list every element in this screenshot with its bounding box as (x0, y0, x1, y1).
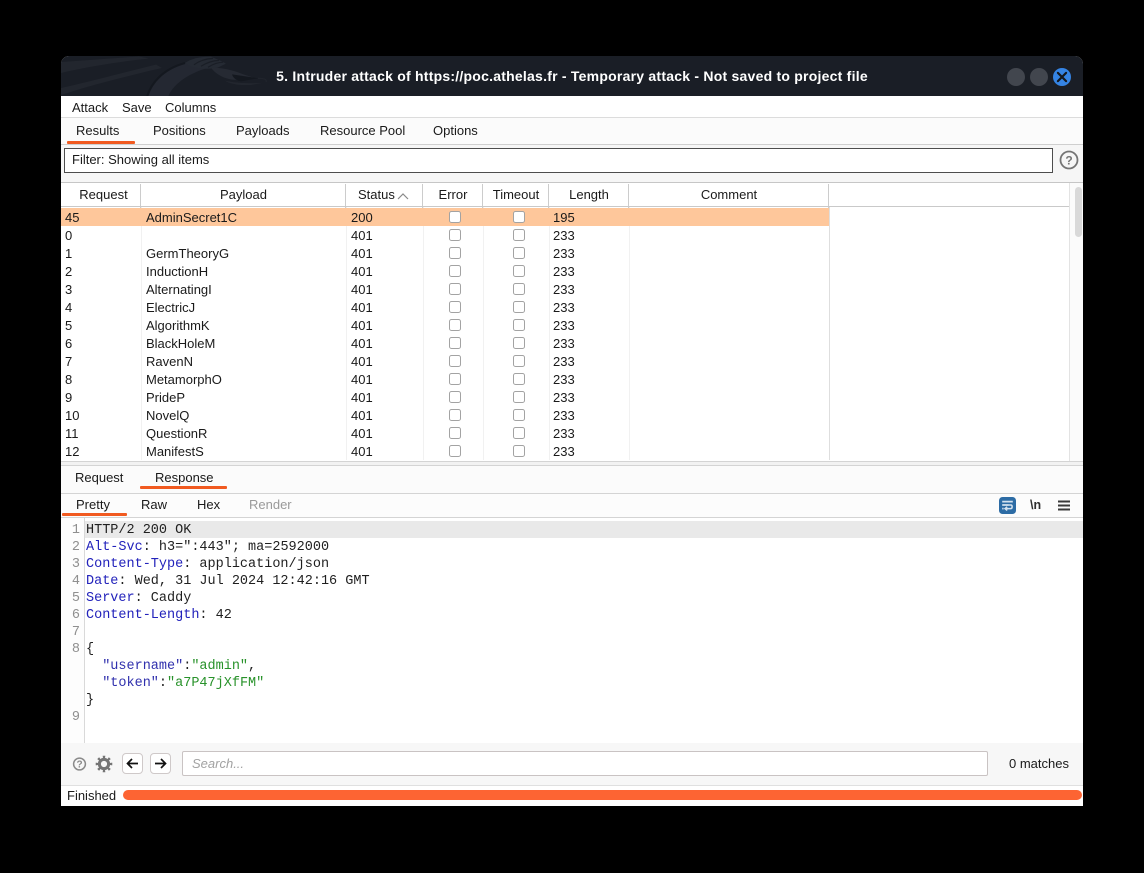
svg-text:?: ? (1065, 154, 1072, 168)
svg-text:?: ? (76, 760, 82, 771)
